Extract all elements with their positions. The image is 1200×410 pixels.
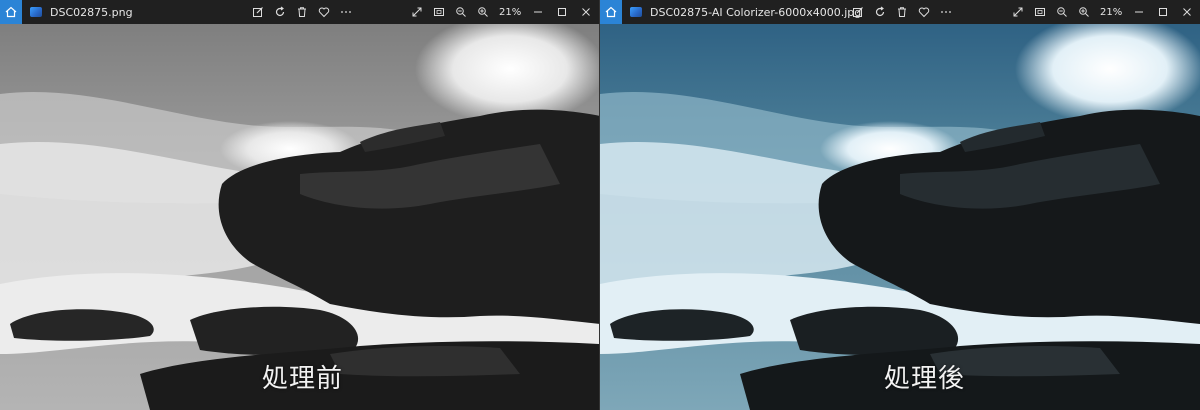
fit-button[interactable] xyxy=(433,6,445,18)
zoom-out-icon xyxy=(456,7,466,17)
maximize-button[interactable] xyxy=(1156,5,1170,19)
photo-viewer-window-after: DSC02875-AI Colorizer-6000x4000.jpg 21% xyxy=(600,0,1200,410)
rotate-icon xyxy=(875,6,885,17)
maximize-button[interactable] xyxy=(555,5,569,19)
zoom-in-button[interactable] xyxy=(1078,6,1090,18)
fullscreen-icon xyxy=(1013,7,1023,17)
image-toolbar xyxy=(252,0,352,24)
delete-button[interactable] xyxy=(896,6,908,18)
image-file-icon xyxy=(30,7,42,17)
more-button[interactable] xyxy=(940,6,952,18)
delete-button[interactable] xyxy=(296,6,308,18)
zoom-in-icon xyxy=(478,7,488,17)
minimize-icon xyxy=(534,11,542,13)
favorite-icon xyxy=(918,7,930,18)
minimize-button[interactable] xyxy=(1132,5,1146,19)
maximize-icon xyxy=(558,8,566,16)
zoom-in-button[interactable] xyxy=(477,6,489,18)
rotate-button[interactable] xyxy=(874,6,886,18)
rotate-button[interactable] xyxy=(274,6,286,18)
maximize-icon xyxy=(1159,8,1167,16)
edit-button[interactable] xyxy=(852,6,864,18)
zoom-level[interactable]: 21% xyxy=(1100,7,1122,18)
edit-icon xyxy=(253,7,263,17)
delete-icon xyxy=(898,7,906,17)
caption-before: 処理前 xyxy=(262,364,344,394)
comparison-stage: DSC02875.png 21% 処理前 DSC02875-AI Coloriz… xyxy=(0,0,1200,410)
close-button[interactable] xyxy=(1180,5,1194,19)
rotate-icon xyxy=(275,6,285,17)
view-controls: 21% xyxy=(1012,0,1194,24)
fullscreen-button[interactable] xyxy=(1012,6,1024,18)
caption-after: 処理後 xyxy=(884,364,966,394)
photo-canvas-after xyxy=(600,24,1200,410)
favorite-icon xyxy=(318,7,330,18)
more-icon xyxy=(341,11,351,13)
file-name: DSC02875.png xyxy=(50,5,133,19)
home-button[interactable] xyxy=(0,0,22,24)
fit-button[interactable] xyxy=(1034,6,1046,18)
zoom-out-button[interactable] xyxy=(1056,6,1068,18)
favorite-button[interactable] xyxy=(918,6,930,18)
close-button[interactable] xyxy=(579,5,593,19)
fit-icon xyxy=(434,8,444,16)
image-toolbar xyxy=(852,0,952,24)
title-bar: DSC02875.png 21% xyxy=(0,0,599,24)
photo-viewer-window-before: DSC02875.png 21% 処理前 xyxy=(0,0,600,410)
zoom-in-icon xyxy=(1079,7,1089,17)
image-file-icon xyxy=(630,7,642,17)
home-icon xyxy=(605,6,617,18)
close-icon xyxy=(1183,8,1191,16)
edit-icon xyxy=(853,7,863,17)
favorite-button[interactable] xyxy=(318,6,330,18)
home-button[interactable] xyxy=(600,0,622,24)
seascape-photo-colorized xyxy=(600,24,1200,410)
zoom-out-icon xyxy=(1057,7,1067,17)
edit-button[interactable] xyxy=(252,6,264,18)
view-controls: 21% xyxy=(411,0,593,24)
fullscreen-icon xyxy=(412,7,422,17)
zoom-out-button[interactable] xyxy=(455,6,467,18)
zoom-level[interactable]: 21% xyxy=(499,7,521,18)
fit-icon xyxy=(1035,8,1045,16)
title-bar: DSC02875-AI Colorizer-6000x4000.jpg 21% xyxy=(600,0,1200,24)
close-icon xyxy=(582,8,590,16)
seascape-photo-grayscale xyxy=(0,24,599,410)
fullscreen-button[interactable] xyxy=(411,6,423,18)
minimize-icon xyxy=(1135,11,1143,13)
photo-canvas-before xyxy=(0,24,599,410)
home-icon xyxy=(5,6,17,18)
minimize-button[interactable] xyxy=(531,5,545,19)
more-button[interactable] xyxy=(340,6,352,18)
more-icon xyxy=(941,11,951,13)
file-name: DSC02875-AI Colorizer-6000x4000.jpg xyxy=(650,5,862,19)
delete-icon xyxy=(298,7,306,17)
